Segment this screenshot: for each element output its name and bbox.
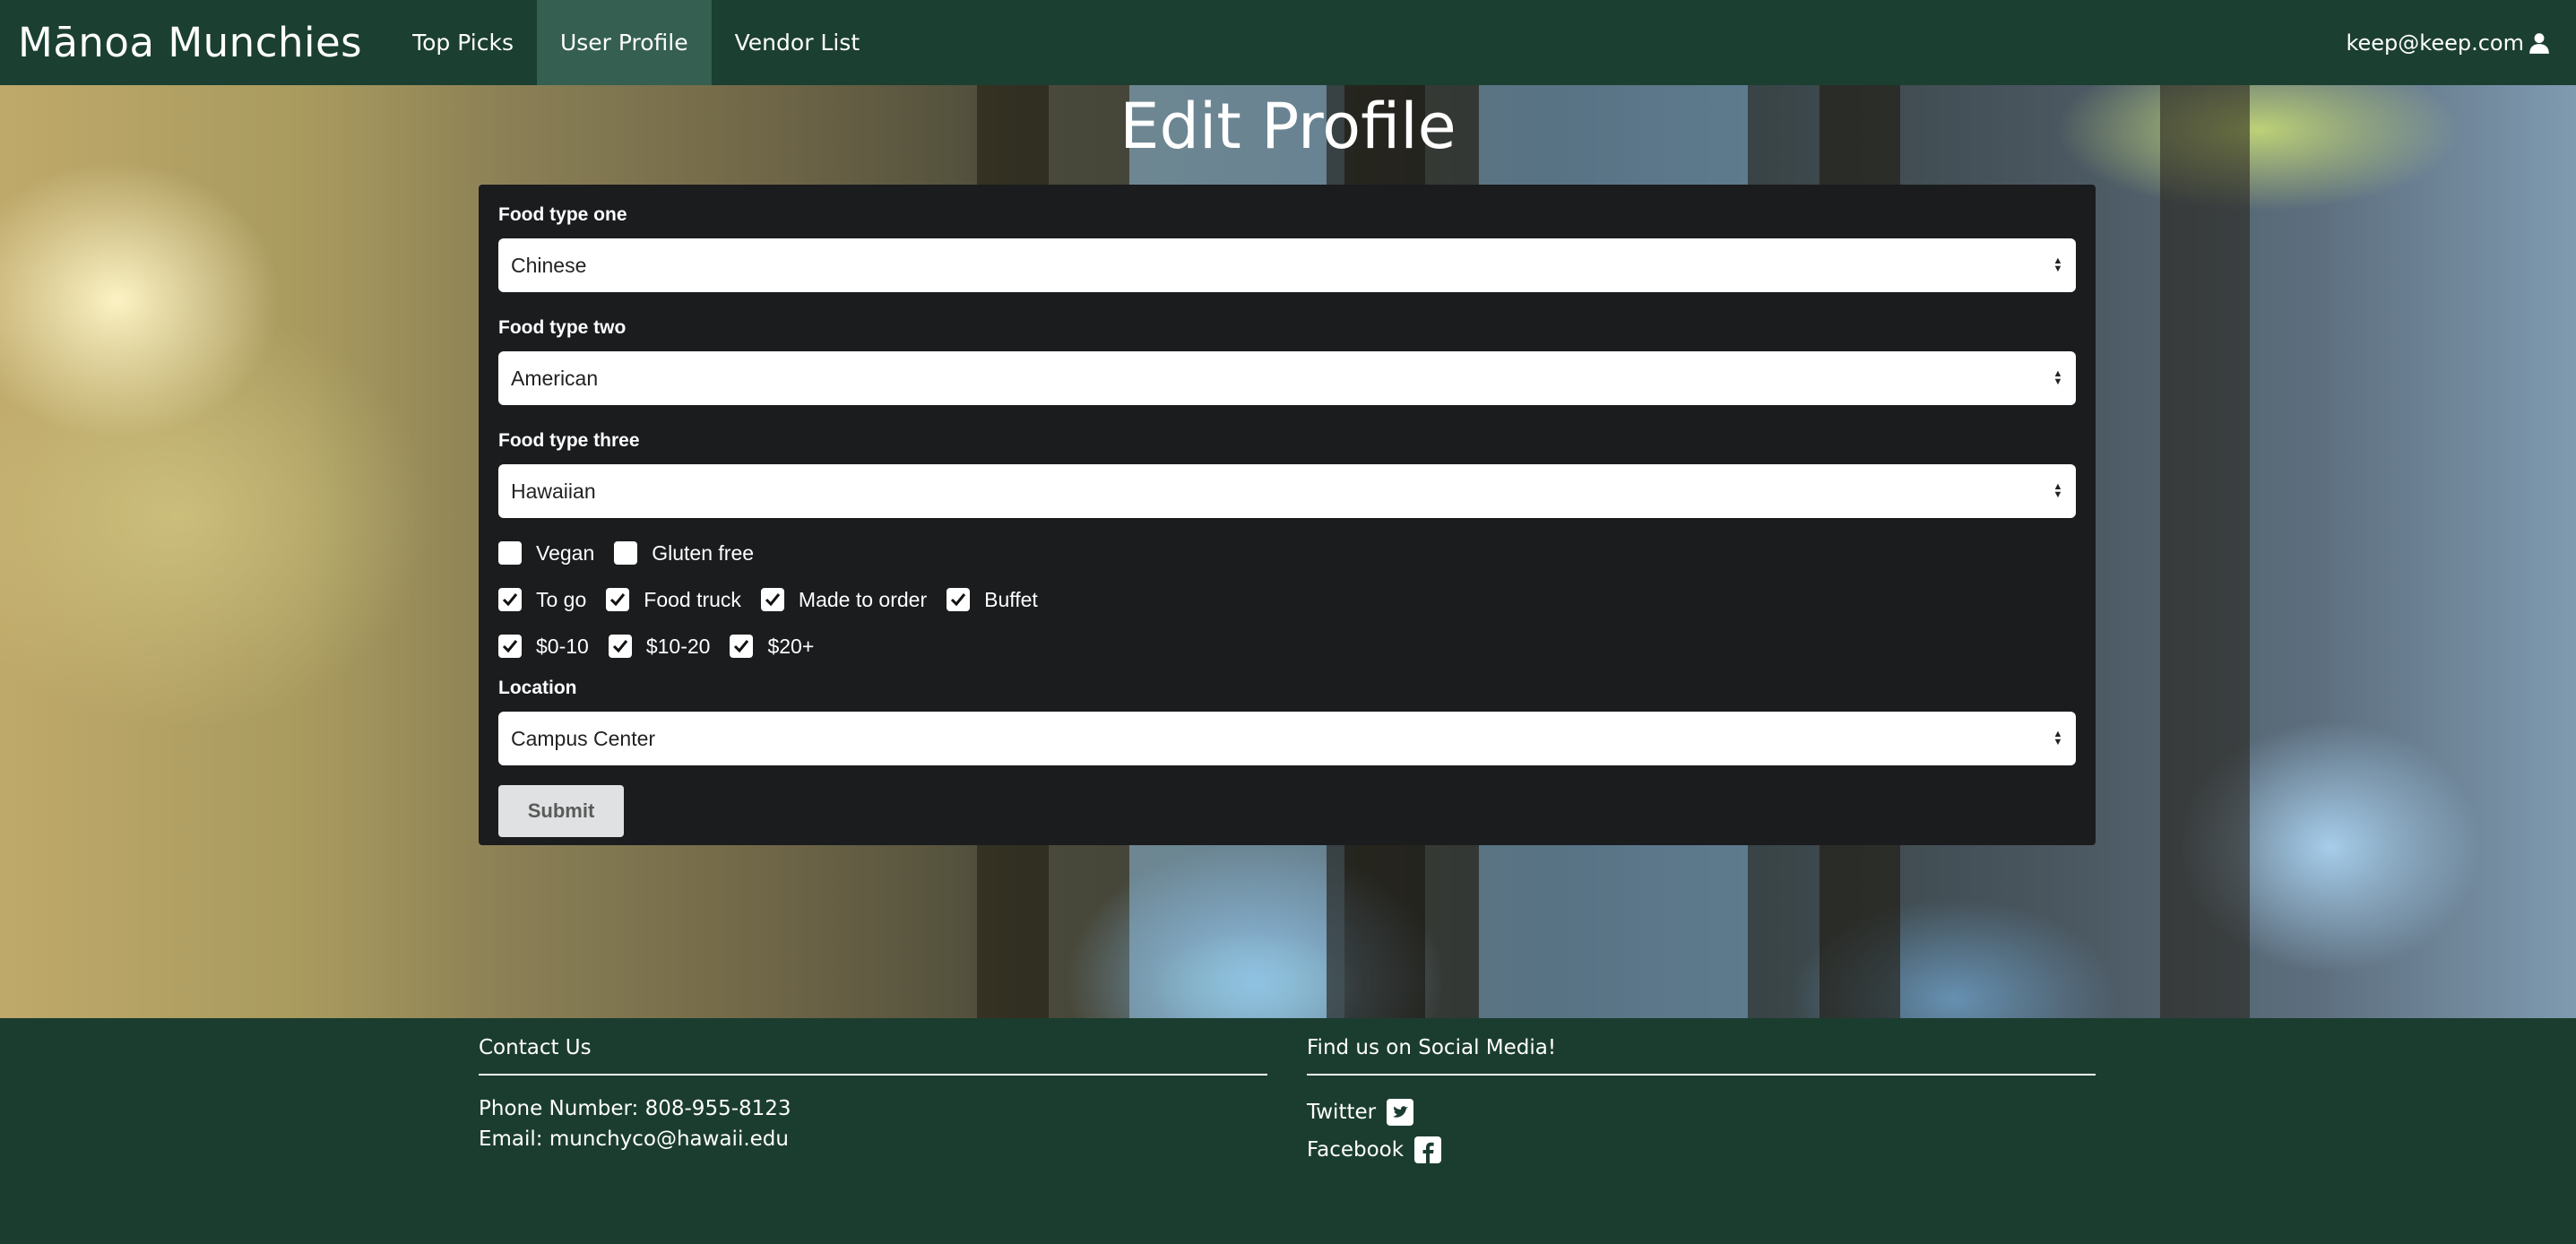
page-title: Edit Profile <box>1119 90 1457 163</box>
checkbox-buffet[interactable] <box>947 588 971 611</box>
contact-email: Email: munchyco@hawaii.edu <box>479 1127 789 1151</box>
top-navbar: Mānoa Munchies Top Picks User Profile Ve… <box>0 0 2576 85</box>
nav-item-vendor-list[interactable]: Vendor List <box>712 0 883 85</box>
social-link-facebook[interactable]: Facebook <box>1307 1131 2096 1169</box>
contact-phone: Phone Number: 808-955-8123 <box>479 1097 791 1120</box>
checkmark-icon <box>502 593 518 607</box>
checkbox-label: Made to order <box>798 587 928 611</box>
checkbox-label: $20+ <box>767 634 815 658</box>
checkbox-label: Buffet <box>984 587 1038 611</box>
facebook-icon[interactable] <box>1414 1136 1442 1163</box>
checkbox-gluten-free[interactable] <box>614 541 638 565</box>
checkbox-label: Gluten free <box>652 540 755 565</box>
checkbox-item-to-go[interactable]: To go <box>498 588 586 612</box>
food-type-one-select[interactable]: Chinese ▲ ▼ <box>498 238 2076 292</box>
checkmark-icon <box>610 593 626 607</box>
checkbox-price-20-plus[interactable] <box>730 635 754 658</box>
service-options-row: To go Food truck Made to order Buffet <box>498 586 2076 613</box>
location-value: Campus Center <box>511 726 656 750</box>
nav-item-user-profile[interactable]: User Profile <box>536 0 712 85</box>
checkbox-item-food-truck[interactable]: Food truck <box>606 588 741 612</box>
checkmark-icon <box>612 640 627 653</box>
price-options-row: $0-10 $10-20 $20+ <box>498 633 2076 660</box>
location-label: Location <box>498 678 577 698</box>
checkbox-label: Food truck <box>644 587 741 611</box>
social-section: Find us on Social Media! Twitter Faceboo… <box>1307 1036 2096 1169</box>
checkbox-item-price-20-plus[interactable]: $20+ <box>730 635 814 659</box>
diet-options-row: Vegan Gluten free <box>498 540 2076 566</box>
social-link-twitter[interactable]: Twitter <box>1307 1093 2096 1131</box>
user-icon <box>2529 32 2549 54</box>
checkbox-item-price-10-20[interactable]: $10-20 <box>608 634 711 659</box>
nav-item-top-picks[interactable]: Top Picks <box>389 0 537 85</box>
social-link-label: Twitter <box>1307 1101 1377 1124</box>
location-select[interactable]: Campus Center ▲ ▼ <box>498 712 2076 765</box>
select-arrows-icon: ▲ ▼ <box>2053 481 2063 500</box>
checkbox-item-gluten-free[interactable]: Gluten free <box>614 541 754 566</box>
checkbox-label: $10-20 <box>645 634 711 658</box>
checkbox-item-made-to-order[interactable]: Made to order <box>760 587 928 612</box>
checkmark-icon <box>734 640 749 653</box>
checkmark-icon <box>502 640 518 653</box>
user-menu[interactable]: keep@keep.com <box>2346 30 2551 56</box>
food-type-three-value: Hawaiian <box>511 479 596 503</box>
food-type-two-label: Food type two <box>498 317 627 338</box>
food-type-one-value: Chinese <box>511 253 587 277</box>
submit-button[interactable]: Submit <box>498 785 624 837</box>
user-email: keep@keep.com <box>2346 30 2524 56</box>
edit-profile-form: Food type one Chinese ▲ ▼ Food type two A… <box>479 185 2096 845</box>
contact-heading: Contact Us <box>479 1036 1267 1076</box>
checkbox-item-vegan[interactable]: Vegan <box>498 541 594 566</box>
checkbox-price-10-20[interactable] <box>608 635 632 658</box>
checkbox-to-go[interactable] <box>498 588 522 611</box>
checkbox-item-price-0-10[interactable]: $0-10 <box>498 635 589 659</box>
checkbox-label: To go <box>536 587 587 611</box>
select-arrows-icon: ▲ ▼ <box>2053 255 2063 274</box>
social-link-label: Facebook <box>1307 1138 1405 1162</box>
contact-section: Contact Us Phone Number: 808-955-8123 Em… <box>479 1036 1267 1154</box>
checkbox-label: Vegan <box>536 540 595 565</box>
select-arrows-icon: ▲ ▼ <box>2053 368 2063 387</box>
food-type-two-select[interactable]: American ▲ ▼ <box>498 351 2076 405</box>
checkbox-price-0-10[interactable] <box>498 635 522 658</box>
checkbox-label: $0-10 <box>536 634 589 658</box>
social-heading: Find us on Social Media! <box>1307 1036 2096 1076</box>
checkmark-icon <box>765 593 781 607</box>
footer: Contact Us Phone Number: 808-955-8123 Em… <box>0 1018 2576 1244</box>
twitter-icon[interactable] <box>1387 1099 1414 1126</box>
checkbox-item-buffet[interactable]: Buffet <box>947 588 1038 612</box>
food-type-two-value: American <box>511 366 599 390</box>
checkbox-food-truck[interactable] <box>606 588 630 611</box>
food-type-three-select[interactable]: Hawaiian ▲ ▼ <box>498 464 2076 518</box>
food-type-one-label: Food type one <box>498 204 627 225</box>
select-arrows-icon: ▲ ▼ <box>2053 729 2063 747</box>
brand-logo[interactable]: Mānoa Munchies <box>18 19 362 66</box>
checkmark-icon <box>951 593 966 607</box>
food-type-three-label: Food type three <box>498 430 640 451</box>
checkbox-vegan[interactable] <box>498 541 522 565</box>
checkbox-made-to-order[interactable] <box>760 588 784 611</box>
